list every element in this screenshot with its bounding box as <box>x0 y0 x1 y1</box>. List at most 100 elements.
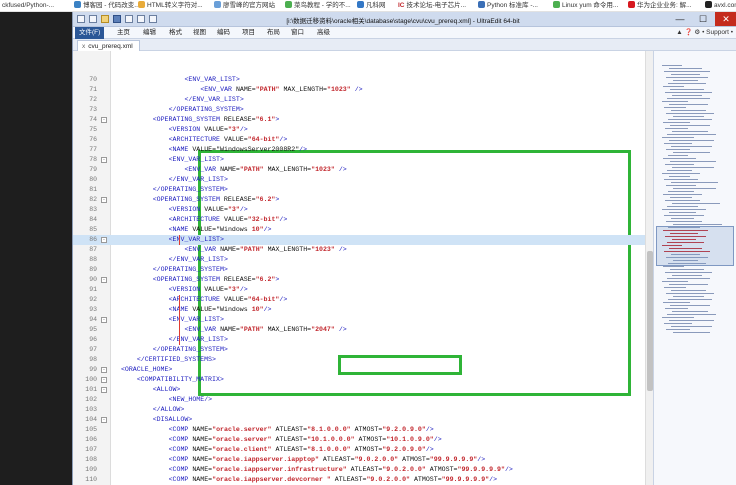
code-line[interactable]: 107 <COMP NAME="oracle.client" ATLEAST="8… <box>73 445 653 455</box>
code-line[interactable]: 97 </OPERATING_SYSTEM> <box>73 345 653 355</box>
bookmark-item[interactable]: Python 标准库 -... <box>478 1 538 11</box>
fold-toggle-icon[interactable]: - <box>101 417 107 423</box>
code-line[interactable]: 72 </ENV_VAR_LIST> <box>73 95 653 105</box>
code-line[interactable]: 102 <NEW_HOME/> <box>73 395 653 405</box>
menu-item[interactable]: 格式 <box>165 27 186 39</box>
code-line[interactable]: 101- <ALLOW> <box>73 385 653 395</box>
code-line[interactable]: 85 <NAME VALUE="Windows 10"/> <box>73 225 653 235</box>
code-line[interactable]: 81 </OPERATING_SYSTEM> <box>73 185 653 195</box>
bookmark-item[interactable]: 博客园 - 代码改变... <box>74 1 140 11</box>
xml-value-token: "64-bit" <box>247 136 280 143</box>
code-line[interactable]: 86- <ENV_VAR_LIST> <box>73 235 653 245</box>
tab-close-icon[interactable]: x <box>82 43 85 50</box>
code-line[interactable]: 93 <NAME VALUE="Windows 10"/> <box>73 305 653 315</box>
code-line[interactable]: 75 <VERSION VALUE="3"/> <box>73 125 653 135</box>
change-marker <box>179 325 180 335</box>
bookmark-item[interactable]: 菜鸟教程 - 学的不... <box>285 1 351 11</box>
minimap-line <box>664 143 692 144</box>
code-line[interactable]: 71 <ENV_VAR NAME="PATH" MAX_LENGTH="1023"… <box>73 85 653 95</box>
bookmark-item[interactable]: 华为企业业务: 解... <box>628 1 692 11</box>
code-text: <COMP NAME="oracle.iappserver.devcorner … <box>169 475 497 485</box>
code-line[interactable]: 83 <VERSION VALUE="3"/> <box>73 205 653 215</box>
code-line[interactable]: 108 <COMP NAME="oracle.iappserver.iapptop… <box>73 455 653 465</box>
bookmark-item[interactable]: 廖雪峰的官方网站 <box>214 1 275 11</box>
fold-toggle-icon[interactable]: - <box>101 237 107 243</box>
menu-item[interactable]: 文件(F) <box>75 27 105 39</box>
xml-tag-token: /> <box>433 436 442 443</box>
code-line[interactable]: 89 </OPERATING_SYSTEM> <box>73 265 653 275</box>
code-line[interactable]: 70 <ENV_VAR_LIST> <box>73 75 653 85</box>
code-line[interactable]: 100- <COMPATIBILITY_MATRIX> <box>73 375 653 385</box>
code-line[interactable]: 109 <COMP NAME="oracle.iappserver.infrast… <box>73 465 653 475</box>
code-line[interactable]: 73 </OPERATING_SYSTEM> <box>73 105 653 115</box>
minimap-line <box>667 314 716 315</box>
code-line[interactable]: 96 </ENV_VAR_LIST> <box>73 335 653 345</box>
menu-item[interactable]: 高级 <box>313 27 334 39</box>
close-button[interactable]: ✕ <box>715 12 736 26</box>
xml-tag-token: </OPERATING_SYSTEM> <box>152 346 228 353</box>
code-line[interactable]: 77 <NAME VALUE="WindowsServer2008R2"/> <box>73 145 653 155</box>
code-line[interactable]: 95 <ENV_VAR NAME="PATH" MAX_LENGTH="2047"… <box>73 325 653 335</box>
code-line[interactable]: 84 <ARCHITECTURE VALUE="32-bit"/> <box>73 215 653 225</box>
code-line[interactable]: 104- <DISALLOW> <box>73 415 653 425</box>
code-line[interactable]: 76 <ARCHITECTURE VALUE="64-bit"/> <box>73 135 653 145</box>
fold-toggle-icon[interactable]: - <box>101 277 107 283</box>
menu-item[interactable]: 编码 <box>213 27 234 39</box>
code-line[interactable]: 110 <COMP NAME="oracle.iappserver.devcorn… <box>73 475 653 485</box>
menu-item[interactable]: 窗口 <box>287 27 308 39</box>
code-line[interactable]: 94- <ENV_VAR_LIST> <box>73 315 653 325</box>
code-line[interactable]: 80 </ENV_VAR_LIST> <box>73 175 653 185</box>
fold-toggle-icon[interactable]: - <box>101 197 107 203</box>
fold-toggle-icon[interactable]: - <box>101 377 107 383</box>
code-line[interactable]: 98 </CERTIFIED_SYSTEMS> <box>73 355 653 365</box>
maximize-button[interactable]: ☐ <box>692 12 714 26</box>
redo-icon[interactable] <box>149 15 157 23</box>
minimap-viewport[interactable] <box>656 226 734 266</box>
line-number: 90 <box>89 276 97 283</box>
code-line[interactable]: 78- <ENV_VAR_LIST> <box>73 155 653 165</box>
code-line[interactable]: 91 <VERSION VALUE="3"/> <box>73 285 653 295</box>
code-text: <ENV_VAR_LIST> <box>184 75 239 85</box>
fold-toggle-icon[interactable]: - <box>101 367 107 373</box>
fold-toggle-icon[interactable]: - <box>101 317 107 323</box>
menu-item[interactable]: 主页 <box>113 27 134 39</box>
new-file-icon[interactable] <box>89 15 97 23</box>
print-icon[interactable] <box>125 15 133 23</box>
minimap-line <box>665 308 688 309</box>
line-number: 100 <box>85 376 97 383</box>
code-line[interactable]: 92 <ARCHITECTURE VALUE="64-bit"/> <box>73 295 653 305</box>
fold-toggle-icon[interactable]: - <box>101 157 107 163</box>
menu-item[interactable]: 编辑 <box>139 27 160 39</box>
code-line[interactable]: 88 </ENV_VAR_LIST> <box>73 255 653 265</box>
save-icon[interactable] <box>113 15 121 23</box>
bookmark-item[interactable]: IC 技术论坛-电子芯片... <box>398 1 466 11</box>
open-folder-icon[interactable] <box>101 15 109 23</box>
bookmark-item[interactable]: avxl.com <box>705 1 736 11</box>
undo-icon[interactable] <box>137 15 145 23</box>
code-line[interactable]: 87 <ENV_VAR NAME="PATH" MAX_LENGTH="1023"… <box>73 245 653 255</box>
bookmark-item[interactable]: 凡科网 <box>357 1 386 11</box>
file-tab-cvu-prereq[interactable]: x cvu_prereq.xml <box>77 40 140 51</box>
code-line[interactable]: 82- <OPERATING_SYSTEM RELEASE="6.2"> <box>73 195 653 205</box>
minimize-button[interactable]: — <box>669 12 691 26</box>
code-line[interactable]: 79 <ENV_VAR NAME="PATH" MAX_LENGTH="1023"… <box>73 165 653 175</box>
code-line[interactable]: 106 <COMP NAME="oracle.server" ATLEAST="1… <box>73 435 653 445</box>
code-line[interactable]: 74- <OPERATING_SYSTEM RELEASE="6.1"> <box>73 115 653 125</box>
code-line[interactable]: 103 </ALLOW> <box>73 405 653 415</box>
fold-toggle-icon[interactable]: - <box>101 117 107 123</box>
vertical-scrollbar[interactable] <box>645 51 653 485</box>
bookmark-item[interactable]: Linux yum 命令用... <box>553 1 618 11</box>
minimap-line <box>671 146 712 147</box>
menu-item[interactable]: 视图 <box>189 27 210 39</box>
fold-toggle-icon[interactable]: - <box>101 387 107 393</box>
code-line[interactable]: 90- <OPERATING_SYSTEM RELEASE="6.2"> <box>73 275 653 285</box>
bookmark-item[interactable]: HTML转义字符对... <box>138 1 203 11</box>
menu-item[interactable]: 项目 <box>238 27 259 39</box>
help-support-menu[interactable]: ▲ ❓ ⚙ • Support • <box>676 27 733 39</box>
code-editor[interactable]: 70 <ENV_VAR_LIST> 71 <ENV_VAR NAME="PATH" M… <box>73 51 653 485</box>
code-line[interactable]: 105 <COMP NAME="oracle.server" ATLEAST="8… <box>73 425 653 435</box>
menu-item[interactable]: 布局 <box>263 27 284 39</box>
minimap-panel[interactable] <box>653 51 736 485</box>
code-line[interactable]: 99- <ORACLE_HOME> <box>73 365 653 375</box>
bookmark-item[interactable]: ckfused/Python-... <box>2 1 54 11</box>
